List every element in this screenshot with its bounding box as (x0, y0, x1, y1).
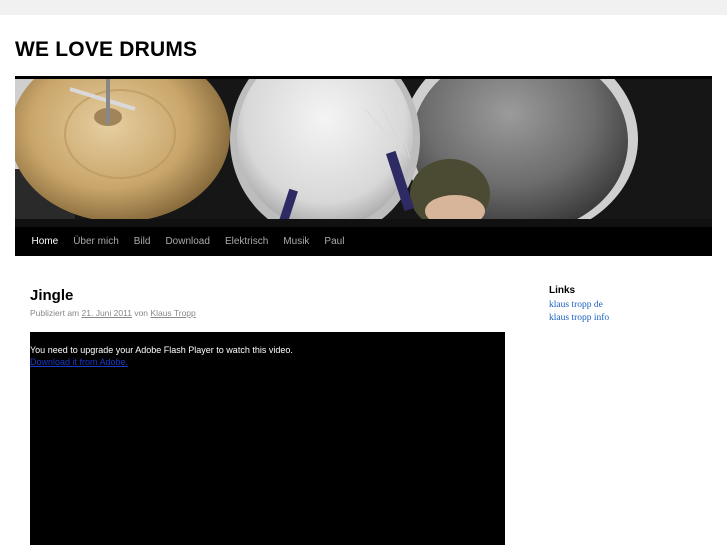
adobe-download-link[interactable]: Download it from Adobe. (30, 357, 128, 367)
nav-item-musik[interactable]: Musik (276, 227, 317, 256)
post-title[interactable]: Jingle (30, 287, 73, 304)
widget-title: Links (549, 285, 576, 296)
sidebar-link[interactable]: klaus tropp info (549, 312, 609, 325)
site-title[interactable]: WE LOVE DRUMS (15, 38, 197, 62)
video-player[interactable]: You need to upgrade your Adobe Flash Pla… (30, 332, 505, 545)
sidebar-link[interactable]: klaus tropp de (549, 299, 609, 312)
page: WE LOVE DRUMS Home Über mich Bild Downlo… (0, 15, 727, 545)
nav-item-ueber-mich[interactable]: Über mich (66, 227, 127, 256)
nav-item-home[interactable]: Home (24, 227, 66, 256)
meta-by: von (134, 308, 149, 318)
nav-item-elektrisch[interactable]: Elektrisch (217, 227, 275, 256)
post-meta: Publiziert am 21. Juni 2011 von Klaus Tr… (30, 308, 196, 318)
nav-item-paul[interactable]: Paul (317, 227, 352, 256)
main-nav: Home Über mich Bild Download Elektrisch … (15, 227, 712, 256)
meta-date-link[interactable]: 21. Juni 2011 (82, 308, 132, 318)
flash-upgrade-message: You need to upgrade your Adobe Flash Pla… (30, 345, 293, 355)
nav-item-bild[interactable]: Bild (126, 227, 158, 256)
meta-prefix: Publiziert am (30, 308, 80, 318)
header-banner-image (15, 79, 712, 227)
nav-item-download[interactable]: Download (158, 227, 217, 256)
links-widget: Links klaus tropp de klaus tropp info (549, 285, 609, 325)
meta-author-link[interactable]: Klaus Tropp (150, 308, 195, 318)
